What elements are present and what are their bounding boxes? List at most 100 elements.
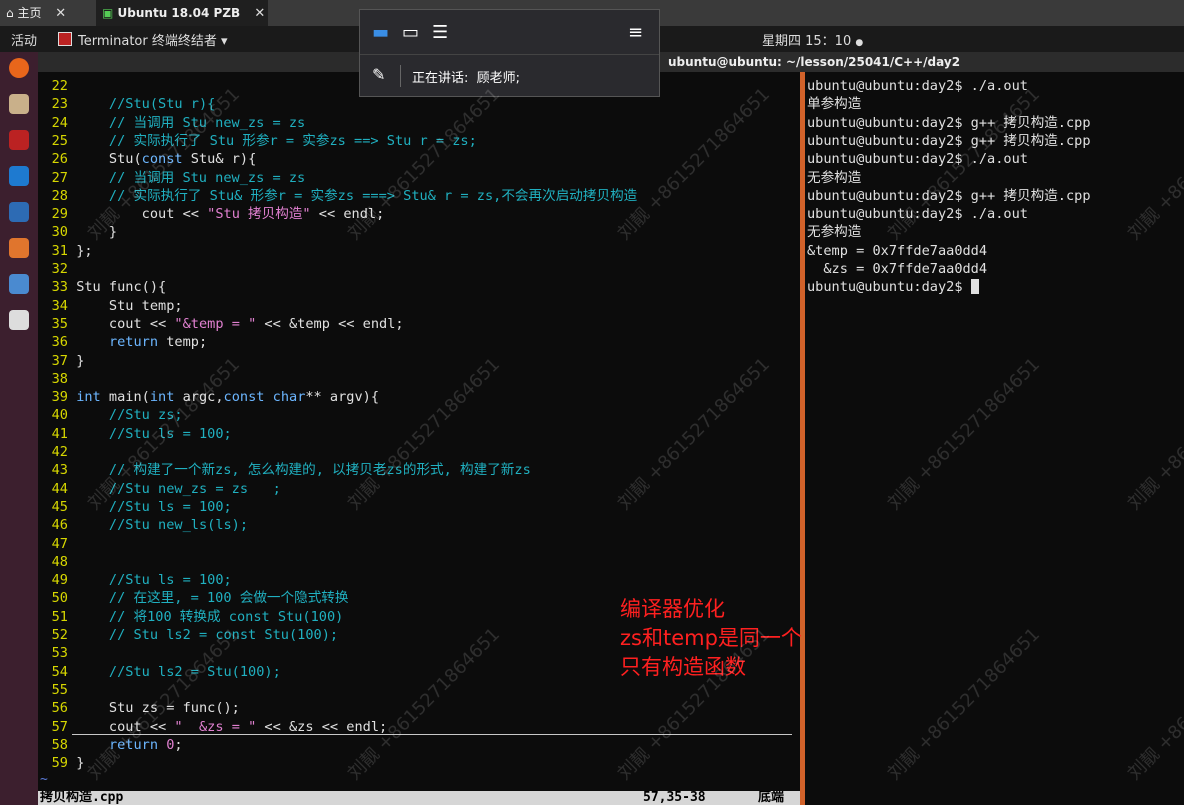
annotation-text: 编译器优化 zs和temp是同一个 只有构造函数	[620, 595, 802, 682]
code-line: 52 // Stu ls2 = const Stu(100);	[38, 626, 338, 644]
code-line: 46 //Stu new_ls(ls);	[38, 516, 248, 534]
code-token: main(	[100, 389, 150, 406]
code-token: int	[76, 389, 101, 406]
minimize-icon[interactable]: ▬	[372, 22, 389, 43]
line-number: 42	[51, 444, 68, 460]
line-number: 52	[51, 627, 68, 643]
code-line: 37 }	[38, 352, 85, 370]
terminal-pane[interactable]: ubuntu@ubuntu:day2$ ./a.out 单参构造 ubuntu@ub…	[805, 72, 1184, 805]
clock[interactable]: 星期四 15：10 ●	[762, 30, 863, 49]
code-token: Stu zs = func();	[76, 700, 240, 717]
close-icon[interactable]: ✕	[254, 6, 265, 21]
line-number: 23	[51, 96, 68, 113]
code-line: 45 //Stu ls = 100;	[38, 498, 232, 516]
terminal-line: ubuntu@ubuntu:day2$ ./a.out	[807, 205, 1028, 223]
record-dot-icon: ●	[855, 38, 864, 48]
meeting-speaker-row: ✎ 正在讲话: 顾老师;	[360, 54, 659, 97]
code-token: int	[149, 389, 175, 406]
code-token: const	[141, 151, 183, 168]
terminator-dock-icon[interactable]	[9, 130, 29, 150]
vim-editor-pane[interactable]: 22 23 //Stu(Stu r){24 // 当调用 Stu new_zs …	[38, 72, 800, 805]
code-token: ** argv){	[305, 389, 380, 406]
line-number: 41	[51, 425, 68, 442]
code-token: cout <<	[76, 206, 208, 223]
code-line: 40 //Stu zs;	[38, 406, 183, 424]
code-token: Stu func(){	[76, 279, 167, 296]
software-center-icon[interactable]	[9, 238, 29, 258]
terminal-cursor	[970, 279, 979, 295]
code-token: << endl;	[310, 206, 385, 223]
line-number: 58	[51, 736, 68, 753]
layout-icon[interactable]: ☰	[432, 22, 448, 43]
line-number: 43	[51, 462, 68, 479]
settings-icon[interactable]	[9, 274, 29, 294]
terminal-line-text: 无参构造	[807, 169, 862, 186]
line-number: 57	[51, 718, 68, 735]
vscode-icon[interactable]	[9, 166, 29, 186]
text-editor-icon[interactable]	[9, 310, 29, 330]
virtualbox-icon[interactable]	[9, 202, 29, 222]
terminal-line-text: &temp = 0x7ffde7aa0dd4	[807, 242, 988, 259]
status-cursor-position: 57,35-38	[643, 791, 706, 805]
speaker-name: 顾老师;	[476, 71, 521, 86]
menu-icon[interactable]: ≡	[628, 22, 643, 43]
activities-button[interactable]: 活动	[11, 30, 37, 49]
terminator-icon	[58, 32, 72, 46]
line-number: 27	[51, 169, 68, 186]
firefox-icon[interactable]	[9, 58, 29, 78]
code-token: //Stu(Stu r){	[76, 96, 216, 113]
line-number: 26	[51, 151, 68, 168]
code-line: 49 //Stu ls = 100;	[38, 571, 232, 589]
code-token: //Stu ls = 100;	[76, 498, 232, 515]
code-token: argc,	[174, 389, 224, 406]
code-token: // 实际执行了 Stu& 形参r = 实参zs ===> Stu& r = z…	[76, 187, 638, 204]
code-token: //Stu ls = 100;	[76, 572, 232, 589]
annotation-line: 只有构造函数	[620, 655, 746, 679]
code-line: 51 // 将100 转换成 const Stu(100)	[38, 608, 344, 626]
code-token: cout <<	[76, 315, 175, 332]
terminal-line: ubuntu@ubuntu:day2$ g++ 拷贝构造.cpp	[807, 114, 1091, 132]
code-token: "Stu 拷贝构造"	[207, 206, 311, 223]
code-token: }	[76, 224, 118, 241]
code-token: ;	[174, 736, 183, 753]
code-line: 26 Stu(const Stu& r){	[38, 150, 257, 168]
terminal-line: 单参构造	[807, 95, 861, 113]
meeting-toolbar: ▬ ▭ ☰ ≡	[360, 10, 659, 54]
code-line: 50 // 在这里, = 100 会做一个隐式转换	[38, 589, 349, 607]
line-number: 22	[51, 78, 68, 94]
code-line: 55	[38, 681, 76, 699]
code-token: temp;	[158, 334, 208, 351]
code-token: //Stu zs;	[76, 407, 183, 424]
terminal-line-text: ubuntu@ubuntu:day2$ ./a.out	[807, 78, 1028, 94]
terminal-line: &zs = 0x7ffde7aa0dd4	[807, 260, 987, 278]
line-number: 37	[51, 352, 68, 369]
code-line: 43 // 构建了一个新zs, 怎么构建的, 以拷贝老zs的形式, 构建了新zs	[38, 461, 531, 479]
cursor-line-underline	[72, 734, 792, 735]
code-token: "&temp = "	[174, 315, 257, 332]
code-line: 41 //Stu ls = 100;	[38, 425, 232, 443]
window-icon[interactable]: ▭	[402, 22, 419, 43]
code-line: 56 Stu zs = func();	[38, 699, 240, 717]
host-tab-home-label: 主页	[17, 6, 42, 20]
line-number: 50	[51, 590, 68, 607]
code-token: return	[108, 736, 159, 753]
line-number: 40	[51, 407, 68, 424]
line-number: 53	[51, 645, 68, 662]
app-menu[interactable]: Terminator 终端终结者 ▾	[58, 30, 228, 49]
terminal-line-text: ubuntu@ubuntu:day2$ g++ 拷贝构造.cpp	[807, 132, 1091, 149]
host-tab-vm-label: Ubuntu 18.04 PZB	[117, 6, 241, 20]
code-token: Stu(	[76, 151, 142, 168]
close-icon[interactable]: ✕	[55, 6, 66, 21]
mic-muted-icon[interactable]: ✎	[372, 65, 385, 84]
line-number: 44	[51, 480, 68, 497]
files-icon[interactable]	[9, 94, 29, 114]
code-token: }	[76, 755, 85, 772]
line-number: 39	[51, 389, 68, 406]
terminal-line: 无参构造	[807, 169, 861, 187]
code-token: cout <<	[76, 718, 175, 735]
host-tab-vm[interactable]: ▣ Ubuntu 18.04 PZB ✕	[96, 0, 268, 26]
terminal-line: ubuntu@ubuntu:day2$ g++ 拷贝构造.cpp	[807, 132, 1091, 150]
terminal-line-text: ubuntu@ubuntu:day2$ ./a.out	[807, 206, 1028, 223]
code-line: 22	[38, 77, 76, 95]
host-tab-home[interactable]: ⌂ 主页 ✕	[0, 0, 98, 26]
